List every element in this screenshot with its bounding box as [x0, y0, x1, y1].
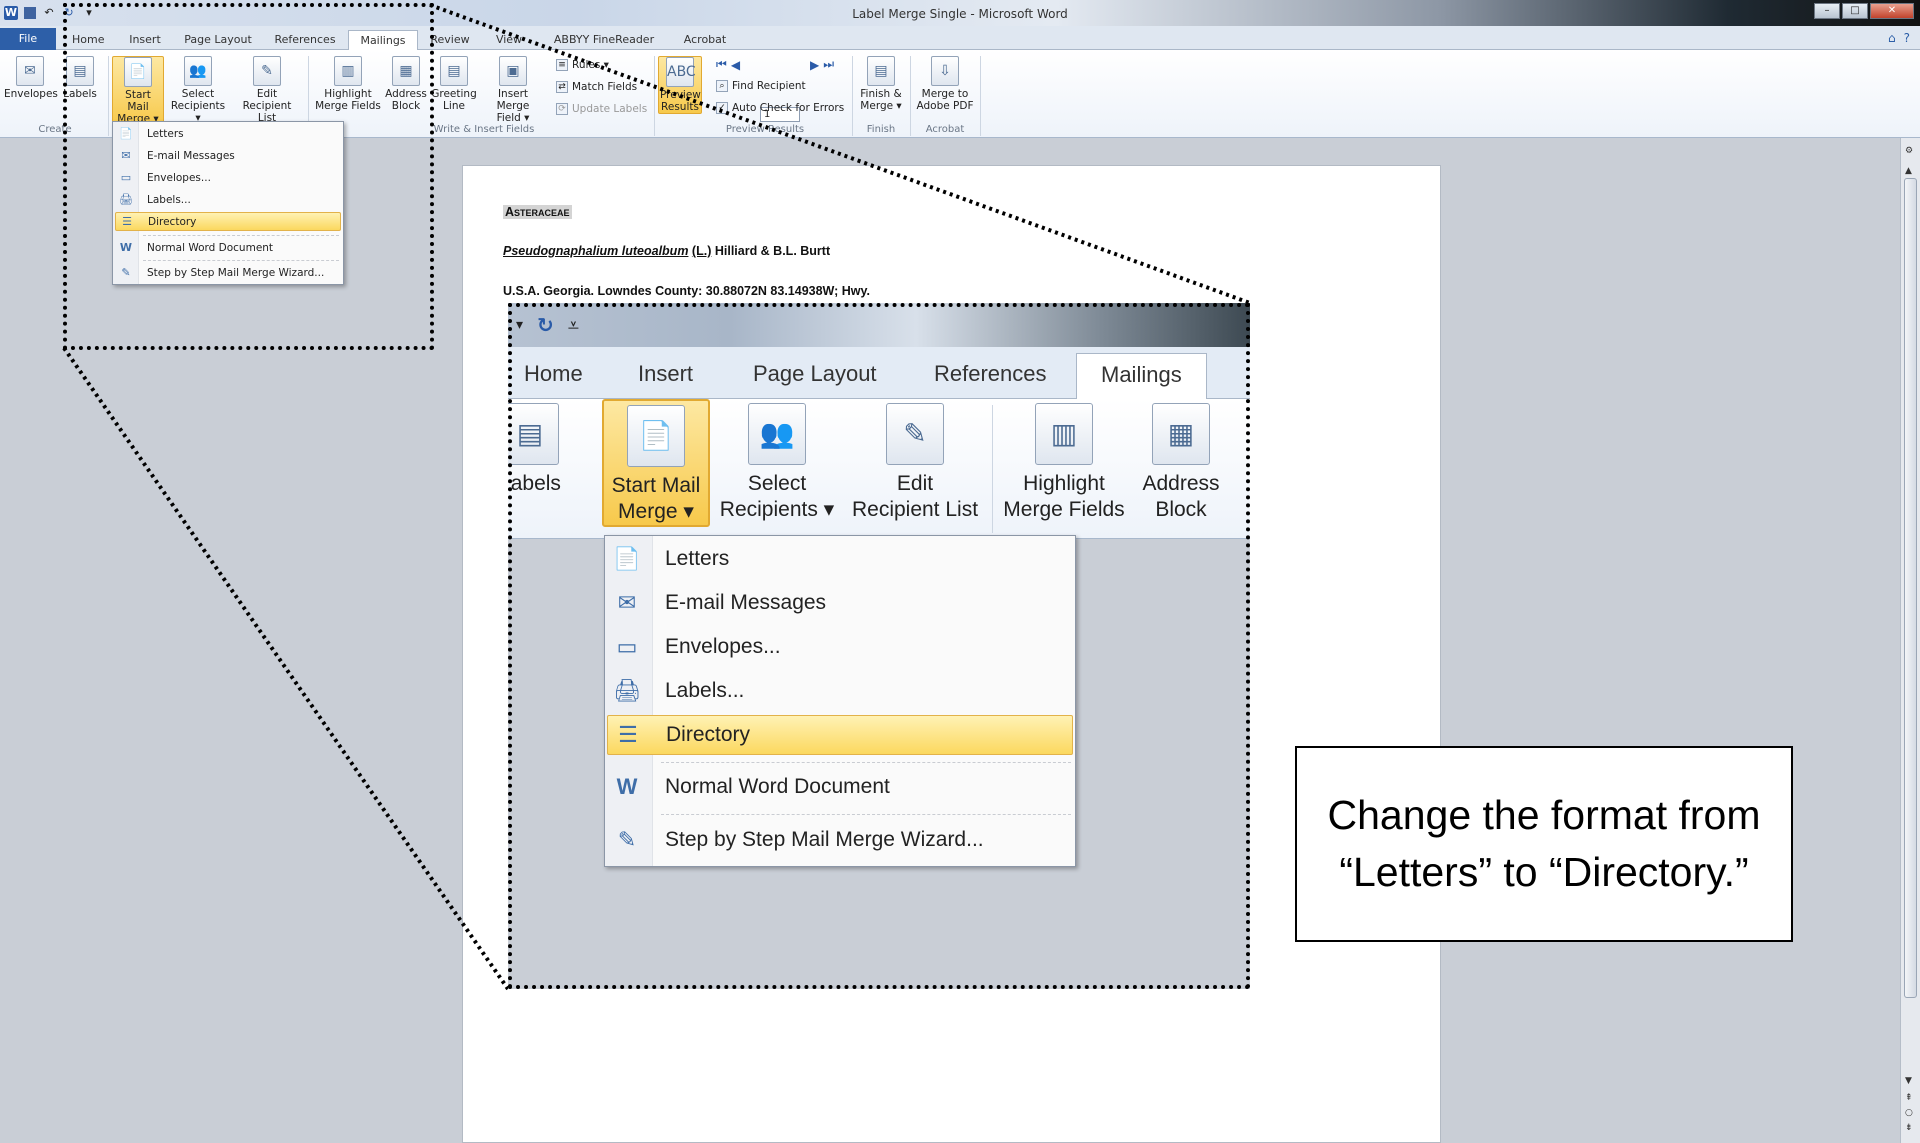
tab-file[interactable]: File: [0, 28, 56, 50]
window-controls: – □ ✕: [1814, 3, 1914, 19]
preview-results-button[interactable]: ABC Preview Results: [658, 56, 702, 114]
update-labels-button[interactable]: ⟳ Update Labels: [556, 103, 647, 115]
group-separator: [910, 56, 911, 136]
auto-check-errors-button[interactable]: ✓ Auto Check for Errors: [716, 102, 844, 114]
tab-review[interactable]: Review: [430, 30, 470, 50]
maximize-button[interactable]: □: [1842, 3, 1868, 19]
group-separator: [852, 56, 853, 136]
previous-record-icon[interactable]: ◀: [731, 58, 740, 72]
rules-button[interactable]: ≡ Rules ▾: [556, 59, 609, 71]
group-separator: [654, 56, 655, 136]
first-record-icon[interactable]: ⏮: [716, 57, 727, 72]
preview-icon: ABC: [666, 57, 696, 87]
next-page-icon[interactable]: ⇟: [1905, 1123, 1913, 1133]
rules-icon: ≡: [556, 59, 568, 71]
previous-page-icon[interactable]: ⇞: [1905, 1093, 1913, 1103]
next-record-icon[interactable]: ▶: [810, 58, 819, 72]
record-navigation: ⏮ ◀: [716, 57, 740, 72]
ruler-toggle-icon[interactable]: ⚙: [1905, 146, 1913, 156]
document-title: Asteraceae: [503, 205, 572, 219]
envelope-icon: ✉: [16, 56, 44, 86]
instruction-callout: Change the format from “Letters” to “Dir…: [1295, 746, 1793, 942]
group-label-write-insert: Write & Insert Fields: [433, 124, 535, 135]
record-navigation-forward: ▶ ⏭: [810, 57, 834, 72]
location-line: U.S.A. Georgia. Lowndes County: 30.88072…: [503, 284, 871, 298]
insert-field-icon: ▣: [499, 56, 527, 86]
connector-line-bottom: [62, 346, 510, 991]
insert-merge-field-button[interactable]: ▣ Insert Merge Field ▾: [480, 56, 546, 124]
scrollbar-thumb[interactable]: [1904, 178, 1917, 998]
envelopes-button[interactable]: ✉ Envelopes: [4, 56, 58, 100]
find-icon: ⌕: [716, 80, 728, 92]
vertical-scrollbar[interactable]: ⚙ ▲ ▼ ⇞ ○ ⇟: [1900, 138, 1920, 1143]
highlight-region-small: [63, 3, 434, 350]
minimize-ribbon-icon[interactable]: ⌂: [1888, 31, 1896, 45]
last-record-icon[interactable]: ⏭: [823, 57, 834, 72]
group-separator: [980, 56, 981, 136]
group-label-finish: Finish: [866, 124, 896, 135]
find-recipient-button[interactable]: ⌕ Find Recipient: [716, 80, 806, 92]
tab-abbyy[interactable]: ABBYY FineReader 11: [548, 30, 660, 65]
species-line: Pseudognaphalium luteoalbum (L.) Hilliar…: [503, 244, 831, 258]
match-fields-button[interactable]: ⇄ Match Fields: [556, 81, 637, 93]
finish-merge-icon: ▤: [867, 56, 895, 86]
select-browse-object-icon[interactable]: ○: [1905, 1108, 1913, 1118]
group-label-acrobat: Acrobat: [925, 124, 965, 135]
tab-view[interactable]: View: [494, 30, 524, 50]
match-fields-icon: ⇄: [556, 81, 568, 93]
check-errors-icon: ✓: [716, 102, 728, 114]
greeting-line-button[interactable]: ▤ Greeting Line: [430, 56, 478, 112]
help-icon[interactable]: ?: [1904, 31, 1910, 45]
scroll-up-icon[interactable]: ▲: [1905, 166, 1912, 176]
help-area: ⌂ ?: [1888, 31, 1910, 45]
highlight-region-large: [508, 303, 1250, 989]
finish-merge-button[interactable]: ▤ Finish & Merge ▾: [856, 56, 906, 112]
merge-to-pdf-button[interactable]: ⇩ Merge to Adobe PDF: [914, 56, 976, 112]
scroll-down-icon[interactable]: ▼: [1905, 1076, 1912, 1086]
greeting-icon: ▤: [440, 56, 468, 86]
close-button[interactable]: ✕: [1870, 3, 1914, 19]
group-label-preview: Preview Results: [725, 124, 805, 135]
tab-acrobat[interactable]: Acrobat: [682, 30, 728, 50]
update-labels-icon: ⟳: [556, 103, 568, 115]
minimize-button[interactable]: –: [1814, 3, 1840, 19]
pdf-icon: ⇩: [931, 56, 959, 86]
